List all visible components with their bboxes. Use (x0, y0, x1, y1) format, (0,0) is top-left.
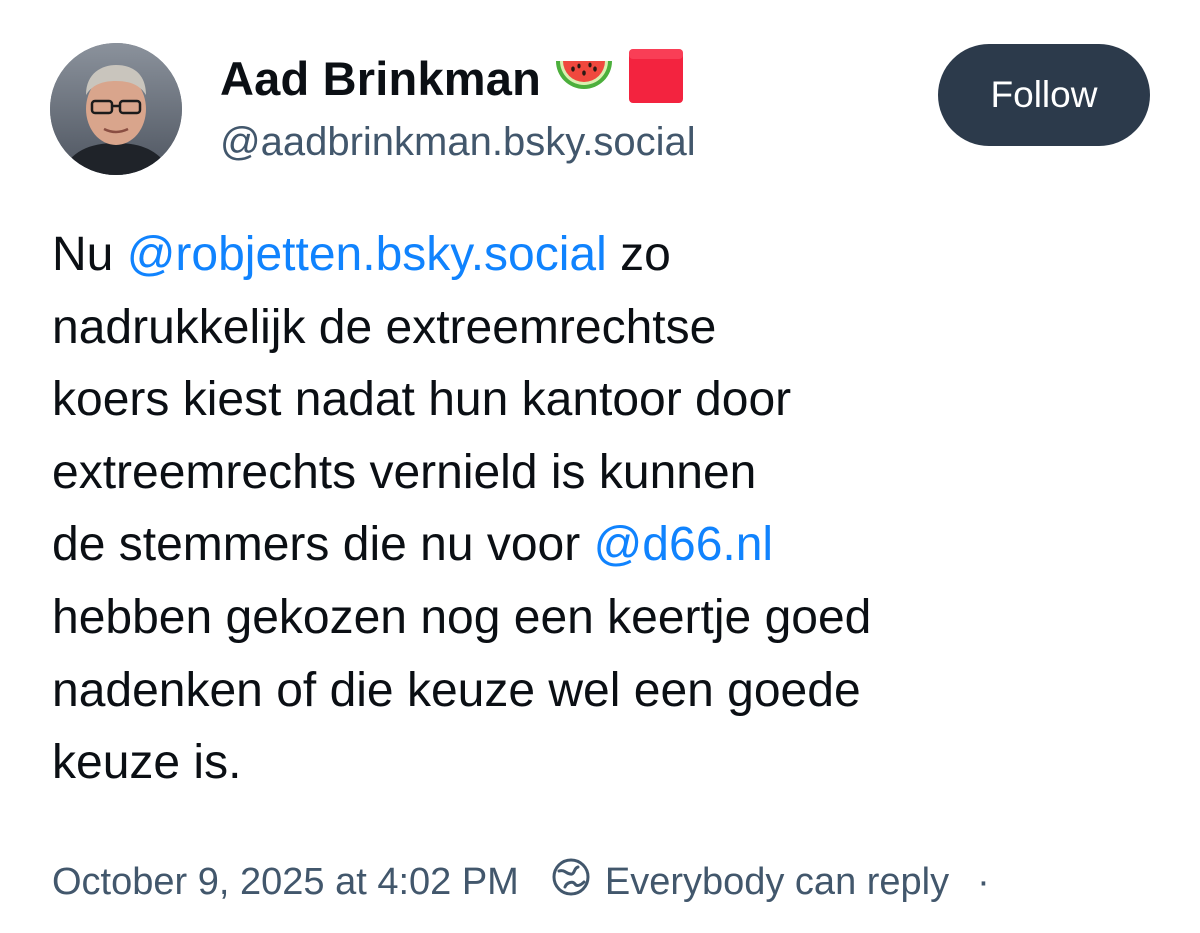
avatar[interactable] (50, 43, 182, 175)
follow-button[interactable]: Follow (938, 44, 1150, 146)
author-display-name[interactable]: Aad Brinkman (220, 51, 541, 106)
mention-link[interactable]: @robjetten.bsky.social (127, 228, 607, 281)
post-text-segment: nadenken of die keuze wel een goede (52, 663, 861, 717)
author-name-row: Aad Brinkman (220, 48, 685, 108)
post-text-line: keuze is. (52, 727, 1172, 800)
watermelon-icon (553, 53, 615, 104)
post-meta: October 9, 2025 at 4:02 PM Everybody can… (52, 852, 990, 912)
post-text-line: Nu @robjetten.bsky.social zo (52, 219, 1172, 292)
post-text-line: nadrukkelijk de extreemrechtse (52, 292, 1172, 365)
earth-icon (551, 857, 591, 907)
post-text-segment: de stemmers die nu voor (52, 518, 594, 572)
reply-setting-label: Everybody can reply (604, 860, 950, 903)
post-text-line: extreemrechts vernield is kunnen (52, 437, 1172, 510)
red-square-icon (627, 47, 685, 110)
post-text-segment: extreemrechts vernield is kunnen (52, 445, 757, 499)
meta-separator: · (977, 860, 990, 903)
post-text-line: hebben gekozen nog een keertje goed (52, 582, 1172, 655)
avatar-image (50, 43, 182, 175)
post-text-segment: hebben gekozen nog een keertje goed (52, 590, 872, 644)
post-text-line: de stemmers die nu voor @d66.nl (52, 509, 1172, 582)
post-text-line: koers kiest nadat hun kantoor door (52, 364, 1172, 437)
post-text-segment: zo (606, 228, 671, 281)
author-handle[interactable]: @aadbrinkman.bsky.social (220, 120, 696, 165)
mention-link[interactable]: @d66.nl (594, 518, 774, 571)
post-text-segment: Nu (52, 228, 127, 281)
reply-setting[interactable]: Everybody can reply (551, 857, 949, 907)
post-text: Nu @robjetten.bsky.social zo nadrukkelijk… (52, 219, 1172, 800)
post-timestamp[interactable]: October 9, 2025 at 4:02 PM (52, 861, 519, 904)
post-text-segment: nadrukkelijk de extreemrechtse (52, 300, 717, 354)
post-text-line: nadenken of die keuze wel een goede (52, 655, 1172, 728)
post-text-segment: koers kiest nadat hun kantoor door (52, 373, 792, 427)
post-text-segment: keuze is. (52, 736, 242, 790)
